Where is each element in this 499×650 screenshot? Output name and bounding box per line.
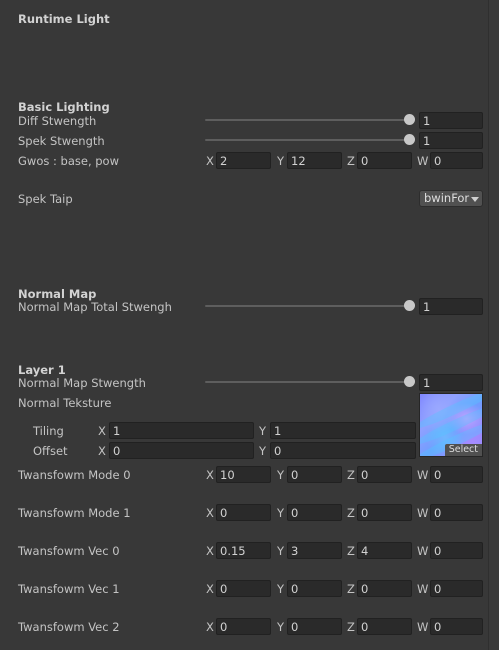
transform-4-y-field[interactable]: 0 (287, 618, 342, 635)
offset-x-field[interactable]: 0 (109, 442, 254, 459)
axis-z-label: Z (347, 620, 355, 634)
axis-x-label: X (206, 154, 214, 168)
transform-2-z-field[interactable]: 4 (357, 542, 412, 559)
transform-2-w-field[interactable]: 0 (430, 542, 483, 559)
transform-3-y-field[interactable]: 0 (287, 580, 342, 597)
axis-x-label: X (206, 582, 214, 596)
axis-w-label: W (417, 620, 429, 634)
axis-y-label: Y (277, 620, 285, 634)
slider-thumb[interactable] (404, 376, 415, 387)
axis-z-label: Z (347, 468, 355, 482)
transform-1-w-field[interactable]: 0 (430, 504, 483, 521)
axis-z-label: Z (347, 506, 355, 520)
axis-w-label: W (417, 154, 429, 168)
chevron-down-icon (471, 197, 479, 202)
transform-2-x-field[interactable]: 0.15 (216, 542, 271, 559)
axis-w-label: W (417, 468, 429, 482)
normal-map-total-field[interactable]: 1 (419, 298, 483, 315)
layer1-strength-label: Normal Map Stwength (18, 376, 146, 390)
diff-strength-slider[interactable] (205, 114, 415, 126)
glows-z-field[interactable]: 0 (357, 152, 412, 169)
axis-x-label: X (206, 506, 214, 520)
transform-2-label: Twansfowm Vec 0 (18, 544, 120, 558)
spek-strength-field[interactable]: 1 (419, 132, 483, 149)
axis-w-label: W (417, 582, 429, 596)
slider-thumb[interactable] (404, 300, 415, 311)
transform-4-label: Twansfowm Vec 2 (18, 620, 120, 634)
spek-type-label: Spek Taip (18, 192, 73, 206)
transform-3-x-field[interactable]: 0 (216, 580, 271, 597)
transform-3-w-field[interactable]: 0 (430, 580, 483, 597)
glows-w-field[interactable]: 0 (430, 152, 483, 169)
axis-x-label: X (98, 444, 106, 458)
transform-2-y-field[interactable]: 3 (287, 542, 342, 559)
texture-select-button[interactable]: Select (444, 444, 482, 456)
transform-0-y-field[interactable]: 0 (287, 466, 342, 483)
axis-y-label: Y (277, 506, 285, 520)
axis-z-label: Z (347, 544, 355, 558)
transform-4-x-field[interactable]: 0 (216, 618, 271, 635)
transform-0-w-field[interactable]: 0 (430, 466, 483, 483)
offset-label: Offset (33, 444, 68, 458)
axis-y-label: Y (259, 444, 267, 458)
section-layer-1: Layer 1 (18, 363, 66, 377)
transform-1-label: Twansfowm Mode 1 (18, 506, 131, 520)
normal-texture-slot[interactable]: Select (419, 393, 483, 457)
axis-y-label: Y (277, 544, 285, 558)
transform-1-y-field[interactable]: 0 (287, 504, 342, 521)
transform-4-z-field[interactable]: 0 (357, 618, 412, 635)
inspector-scrollbar[interactable] (488, 0, 499, 650)
normal-texture-label: Normal Teksture (18, 396, 112, 410)
transform-1-z-field[interactable]: 0 (357, 504, 412, 521)
glows-x-field[interactable]: 2 (216, 152, 271, 169)
tiling-y-field[interactable]: 1 (270, 422, 416, 439)
slider-thumb[interactable] (404, 134, 415, 145)
glows-label: Gwos : base, pow (18, 154, 119, 168)
glows-y-field[interactable]: 12 (287, 152, 342, 169)
normal-map-total-label: Normal Map Total Stwengh (18, 300, 172, 314)
spek-type-value: bwinFor (424, 191, 470, 205)
axis-y-label: Y (259, 424, 267, 438)
transform-0-x-field[interactable]: 10 (216, 466, 271, 483)
transform-0-label: Twansfowm Mode 0 (18, 468, 131, 482)
axis-w-label: W (417, 544, 429, 558)
axis-x-label: X (206, 544, 214, 558)
slider-thumb[interactable] (404, 114, 415, 125)
transform-4-w-field[interactable]: 0 (430, 618, 483, 635)
layer1-strength-field[interactable]: 1 (419, 374, 483, 391)
axis-x-label: X (98, 424, 106, 438)
axis-z-label: Z (347, 154, 355, 168)
transform-0-z-field[interactable]: 0 (357, 466, 412, 483)
spek-type-dropdown[interactable]: bwinFor (419, 190, 483, 207)
axis-y-label: Y (277, 154, 285, 168)
diff-strength-field[interactable]: 1 (419, 112, 483, 129)
transform-3-label: Twansfowm Vec 1 (18, 582, 120, 596)
diff-strength-label: Diff Stwength (18, 114, 97, 128)
offset-y-field[interactable]: 0 (270, 442, 416, 459)
inspector-title: Runtime Light (18, 12, 110, 26)
tiling-x-field[interactable]: 1 (109, 422, 254, 439)
axis-y-label: Y (277, 468, 285, 482)
transform-1-x-field[interactable]: 0 (216, 504, 271, 521)
layer1-strength-slider[interactable] (205, 376, 415, 388)
section-basic-lighting: Basic Lighting (18, 100, 110, 114)
axis-x-label: X (206, 468, 214, 482)
normal-map-total-slider[interactable] (205, 300, 415, 312)
axis-z-label: Z (347, 582, 355, 596)
axis-y-label: Y (277, 582, 285, 596)
tiling-label: Tiling (33, 424, 64, 438)
axis-x-label: X (206, 620, 214, 634)
spek-strength-label: Spek Stwength (18, 134, 105, 148)
spek-strength-slider[interactable] (205, 134, 415, 146)
axis-w-label: W (417, 506, 429, 520)
section-normal-map: Normal Map (18, 287, 97, 301)
transform-3-z-field[interactable]: 0 (357, 580, 412, 597)
